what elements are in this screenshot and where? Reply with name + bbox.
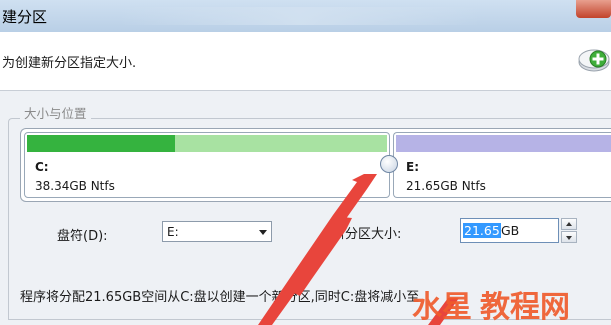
- spin-down-button[interactable]: [561, 231, 577, 243]
- add-partition-icon: [578, 49, 610, 72]
- chevron-down-icon: [259, 230, 267, 235]
- watermark: 水星 教程网: [412, 290, 570, 325]
- partition-c-letter: C:: [35, 160, 49, 174]
- new-size-unit: GB: [501, 223, 520, 238]
- chevron-up-icon: [566, 222, 572, 226]
- allocation-info-text: 程序将分配21.65GB空间从C:盘以创建一个新分区,同时C:盘将减小至: [20, 290, 420, 305]
- close-button[interactable]: [576, 0, 611, 18]
- drive-letter-value: E:: [167, 225, 179, 239]
- partition-e-info: 21.65GB Ntfs: [406, 179, 486, 193]
- title-bar-blur: [120, 7, 480, 25]
- spin-up-button[interactable]: [561, 218, 577, 230]
- partition-e[interactable]: E: 21.65GB Ntfs: [393, 132, 611, 198]
- instruction-text: 为创建新分区指定大小.: [2, 56, 137, 71]
- window-title: 建分区: [2, 8, 48, 26]
- size-spinner: [561, 218, 578, 243]
- drive-letter-label: 盘符(D):: [57, 229, 108, 244]
- title-bar: 建分区: [0, 0, 611, 32]
- partition-c[interactable]: C: 38.34GB Ntfs: [24, 132, 390, 198]
- dialog-header: 为创建新分区指定大小.: [0, 32, 611, 91]
- group-legend: 大小与位置: [20, 103, 91, 122]
- chevron-down-icon: [566, 236, 572, 240]
- drive-letter-select[interactable]: E:: [162, 221, 272, 242]
- new-size-input[interactable]: 21.65 GB: [460, 218, 559, 243]
- resize-handle[interactable]: [380, 155, 398, 173]
- new-size-label: 新分区大小:: [332, 227, 402, 242]
- partition-e-letter: E:: [406, 160, 419, 174]
- partition-e-bar: [396, 135, 611, 152]
- partition-c-info: 38.34GB Ntfs: [35, 179, 115, 193]
- new-size-value: 21.65: [463, 223, 501, 238]
- svg-text:水星: 水星: [412, 290, 472, 325]
- watermark-text: 教程网: [480, 290, 570, 325]
- partition-c-used-bar: [27, 135, 175, 152]
